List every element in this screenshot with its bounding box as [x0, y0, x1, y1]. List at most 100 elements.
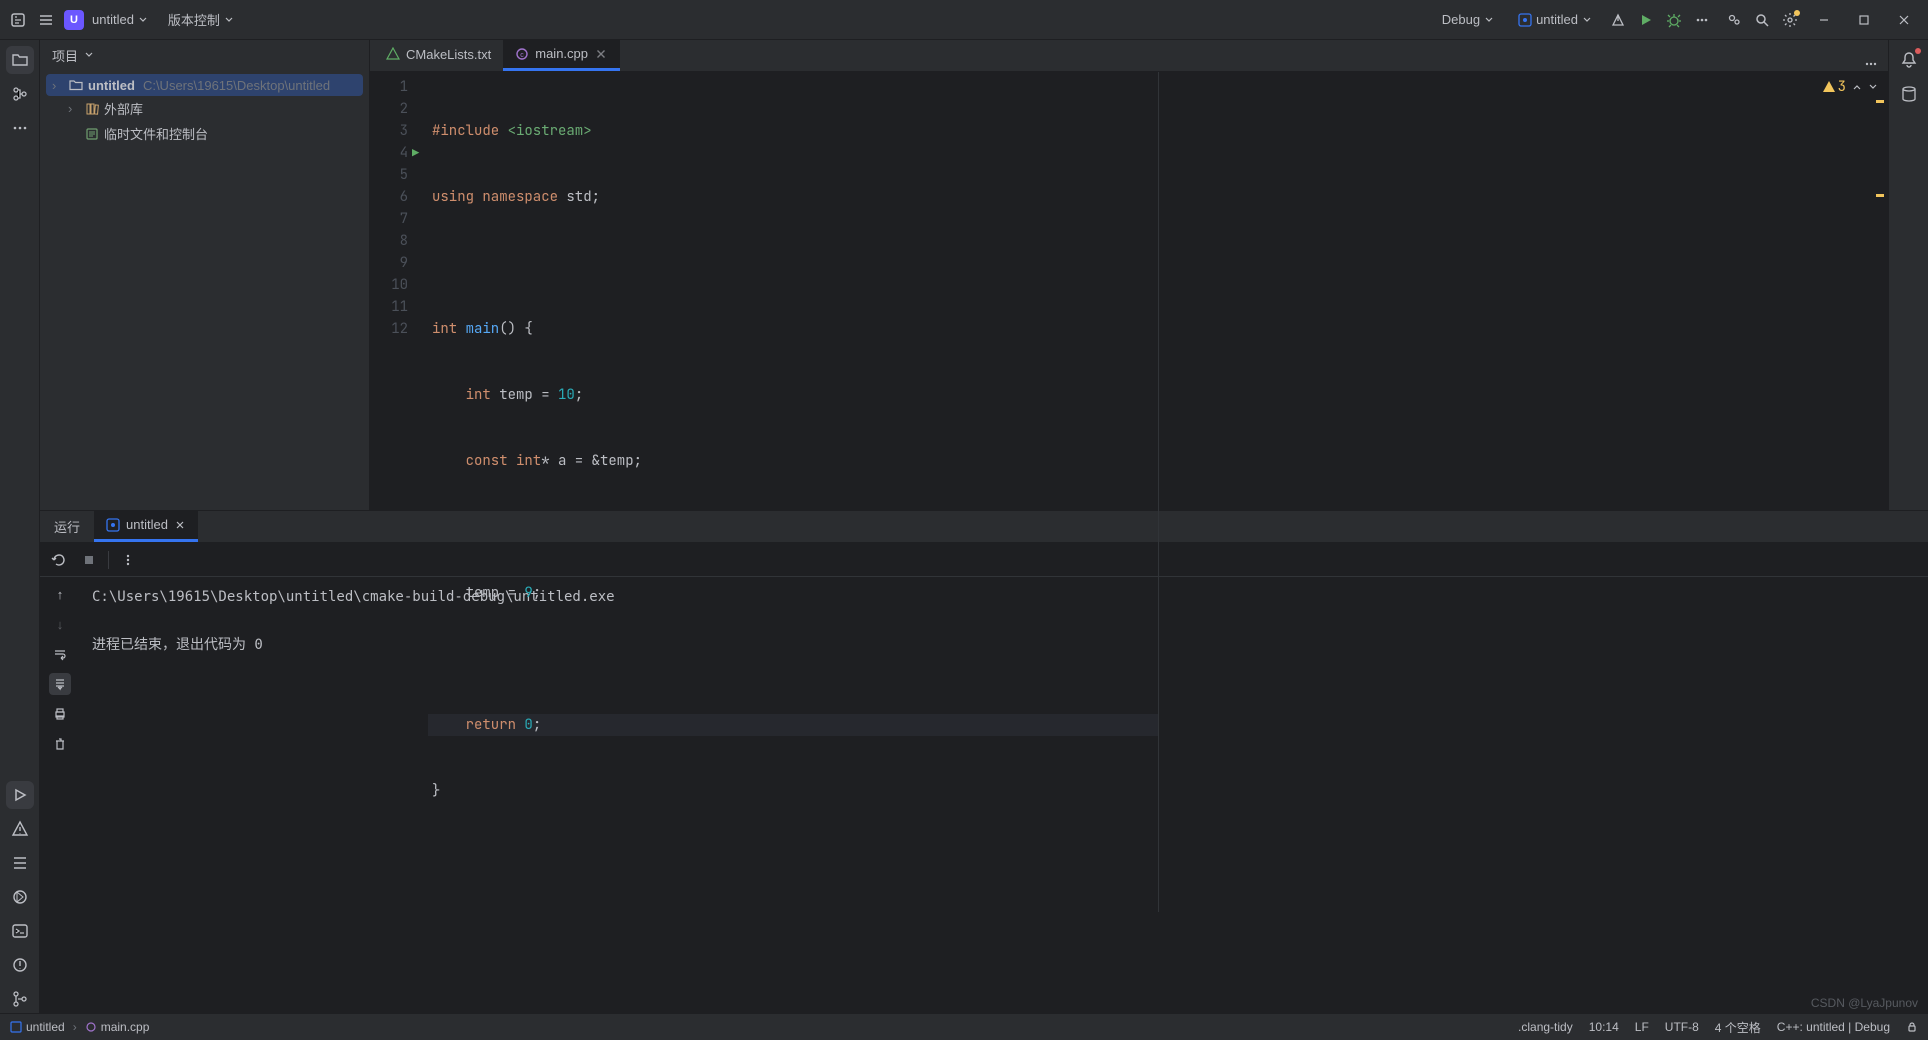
tabs-more-icon[interactable]: [1854, 57, 1888, 71]
todo-tool-icon[interactable]: [6, 849, 34, 877]
vcs-tool-icon[interactable]: [6, 985, 34, 1013]
target-icon: [106, 518, 120, 532]
error-stripe: [1158, 72, 1889, 912]
rerun-icon[interactable]: [48, 549, 70, 571]
inspection-widget[interactable]: 3: [1822, 78, 1878, 96]
code-with-me-icon[interactable]: [1724, 10, 1744, 30]
debug-label: Debug: [1442, 12, 1480, 27]
vcs-label-text: 版本控制: [168, 10, 220, 29]
line-number: 10: [370, 274, 408, 296]
soft-wrap-icon[interactable]: [49, 643, 71, 665]
tab-cmakelists[interactable]: CMakeLists.txt: [374, 39, 503, 71]
chevron-down-icon: [1484, 15, 1494, 25]
run-tab-label: untitled: [126, 517, 168, 532]
problems-tool-icon[interactable]: [6, 815, 34, 843]
close-icon[interactable]: [174, 519, 186, 531]
sb-cmake-profile[interactable]: C++: untitled | Debug: [1777, 1020, 1890, 1034]
run-icon[interactable]: [1636, 10, 1656, 30]
chevron-right-icon[interactable]: ›: [52, 78, 64, 93]
svg-text:c: c: [521, 52, 525, 59]
scroll-to-end-icon[interactable]: [49, 673, 71, 695]
statusbar-breadcrumb[interactable]: untitled › main.cpp: [10, 1020, 149, 1034]
tab-main-cpp[interactable]: c main.cpp: [503, 39, 620, 71]
tree-external-libs[interactable]: › 外部库: [62, 96, 363, 121]
titlebar: U untitled 版本控制 Debug untitled: [0, 0, 1928, 40]
sb-lock-icon[interactable]: [1906, 1021, 1918, 1033]
close-icon[interactable]: [594, 47, 608, 61]
output-line: 进程已结束，退出代码为 0: [92, 637, 263, 653]
sb-clang-tidy[interactable]: .clang-tidy: [1518, 1020, 1573, 1034]
code-editor[interactable]: 1 2 3 4▶ 5 6 7 8 9 10 11 12 #inclu: [370, 72, 1888, 912]
line-number: 7: [370, 208, 408, 230]
run-config-selector[interactable]: untitled: [1510, 8, 1600, 31]
settings-icon[interactable]: [1780, 10, 1800, 30]
vcs-selector[interactable]: 版本控制: [168, 10, 234, 29]
stop-icon[interactable]: [78, 549, 100, 571]
line-number: 1: [370, 76, 408, 98]
warning-marker[interactable]: [1876, 100, 1884, 103]
project-panel-header[interactable]: 项目: [40, 40, 369, 70]
close-button[interactable]: [1888, 8, 1920, 32]
scroll-up-icon[interactable]: ↑: [49, 583, 71, 605]
line-number: 11: [370, 296, 408, 318]
print-icon[interactable]: [49, 703, 71, 725]
line-number: 8: [370, 230, 408, 252]
chevron-up-icon[interactable]: [1852, 82, 1862, 92]
tab-label: main.cpp: [535, 46, 588, 61]
more-options-icon[interactable]: [117, 549, 139, 571]
tree-scratches-label: 临时文件和控制台: [104, 124, 208, 143]
build-icon[interactable]: [1608, 10, 1628, 30]
tree-root[interactable]: › untitled C:\Users\19615\Desktop\untitl…: [46, 74, 363, 96]
services-tool-icon[interactable]: [6, 883, 34, 911]
cmake-file-icon: [386, 47, 400, 61]
warning-marker[interactable]: [1876, 194, 1884, 197]
maximize-button[interactable]: [1848, 8, 1880, 32]
library-icon: [84, 101, 100, 117]
debug-icon[interactable]: [1664, 10, 1684, 30]
code-content[interactable]: #include <iostream> using namespace std;…: [428, 72, 1158, 912]
sb-encoding[interactable]: UTF-8: [1665, 1020, 1699, 1034]
warning-badge[interactable]: 3: [1822, 78, 1846, 96]
chevron-down-icon[interactable]: [1868, 82, 1878, 92]
run-config-tab[interactable]: untitled: [94, 510, 198, 542]
run-output-toolbar: ↑ ↓: [40, 577, 80, 1013]
module-icon: [10, 1021, 22, 1033]
line-number: 12: [370, 318, 408, 340]
tree-external-libs-label: 外部库: [104, 99, 143, 118]
search-icon[interactable]: [1752, 10, 1772, 30]
project-badge: U: [64, 10, 84, 30]
scratch-icon: [84, 126, 100, 142]
scroll-down-icon[interactable]: ↓: [49, 613, 71, 635]
chevron-down-icon: [224, 15, 234, 25]
sb-line-sep[interactable]: LF: [1635, 1020, 1649, 1034]
run-tool-icon[interactable]: [6, 781, 34, 809]
sb-indent[interactable]: 4 个空格: [1715, 1019, 1761, 1036]
project-selector[interactable]: untitled: [92, 12, 148, 27]
terminal-tool-icon[interactable]: [6, 917, 34, 945]
target-icon: [1518, 13, 1532, 27]
database-tool-icon[interactable]: [1895, 80, 1923, 108]
tree-scratches[interactable]: › 临时文件和控制台: [62, 121, 363, 146]
run-line-icon[interactable]: ▶: [412, 142, 419, 164]
more-run-icon[interactable]: [1692, 10, 1712, 30]
structure-tool-icon[interactable]: [6, 80, 34, 108]
clear-icon[interactable]: [49, 733, 71, 755]
watermark: CSDN @LyaJpunov: [1811, 996, 1918, 1010]
minimize-button[interactable]: [1808, 8, 1840, 32]
sb-cursor-pos[interactable]: 10:14: [1589, 1020, 1619, 1034]
chevron-right-icon[interactable]: ›: [68, 101, 80, 116]
run-panel-title: 运行: [40, 510, 94, 542]
more-tools-icon[interactable]: [6, 114, 34, 142]
project-tool-icon[interactable]: [6, 46, 34, 74]
build-type-selector[interactable]: Debug: [1434, 8, 1502, 31]
messages-tool-icon[interactable]: [6, 951, 34, 979]
left-tool-strip: [0, 40, 40, 1013]
main-menu-icon[interactable]: [8, 10, 28, 30]
editor-tabs: CMakeLists.txt c main.cpp: [370, 40, 1888, 72]
notifications-icon[interactable]: [1895, 46, 1923, 74]
chevron-down-icon: [138, 15, 148, 25]
hamburger-icon[interactable]: [36, 10, 56, 30]
right-tool-strip: [1888, 40, 1928, 510]
line-number: 9: [370, 252, 408, 274]
run-config-label: untitled: [1536, 12, 1578, 27]
